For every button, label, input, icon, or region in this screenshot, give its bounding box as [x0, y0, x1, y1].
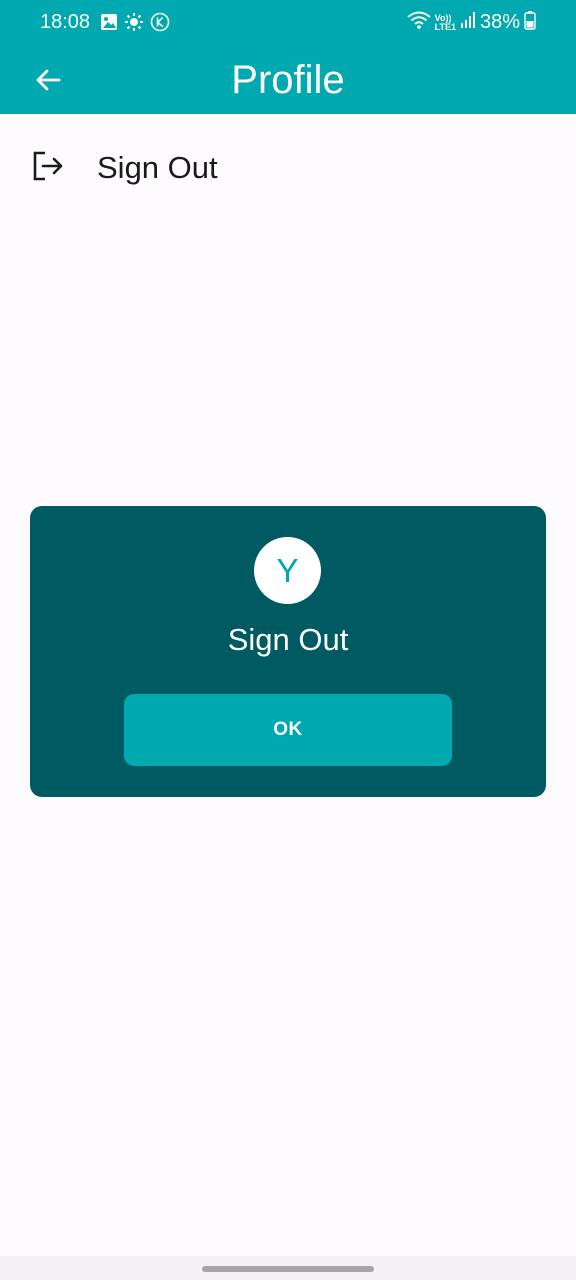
gesture-nav-bar — [0, 1256, 576, 1280]
network-label-bottom: LTE1 — [434, 21, 456, 32]
status-time: 18:08 — [40, 11, 91, 33]
sign-out-label: Sign Out — [97, 150, 218, 185]
avatar: Y — [254, 537, 321, 604]
home-indicator[interactable] — [202, 1266, 374, 1272]
ok-button[interactable]: OK — [124, 694, 452, 766]
battery-icon — [524, 10, 536, 35]
page-title: Profile — [231, 58, 345, 102]
sign-out-menu-item[interactable]: Sign Out — [0, 130, 576, 206]
notification-icons — [100, 12, 170, 37]
brightness-icon — [124, 12, 144, 37]
signal-icon — [460, 11, 476, 34]
battery-percentage: 38% — [479, 11, 520, 33]
dialog-title: Sign Out — [227, 622, 349, 657]
wifi-icon — [406, 10, 431, 35]
volte-lte-icon: Vo)) LTE1 — [434, 13, 456, 32]
k-badge-icon — [150, 12, 170, 37]
app-bar: Profile — [0, 46, 576, 114]
system-icons: Vo)) LTE1 38% — [406, 10, 536, 35]
status-bar: 18:08 Vo)) LTE1 38% — [0, 0, 576, 46]
image-icon — [100, 13, 118, 36]
logout-icon — [32, 150, 64, 187]
sign-out-dialog: Y Sign Out OK — [30, 506, 546, 797]
